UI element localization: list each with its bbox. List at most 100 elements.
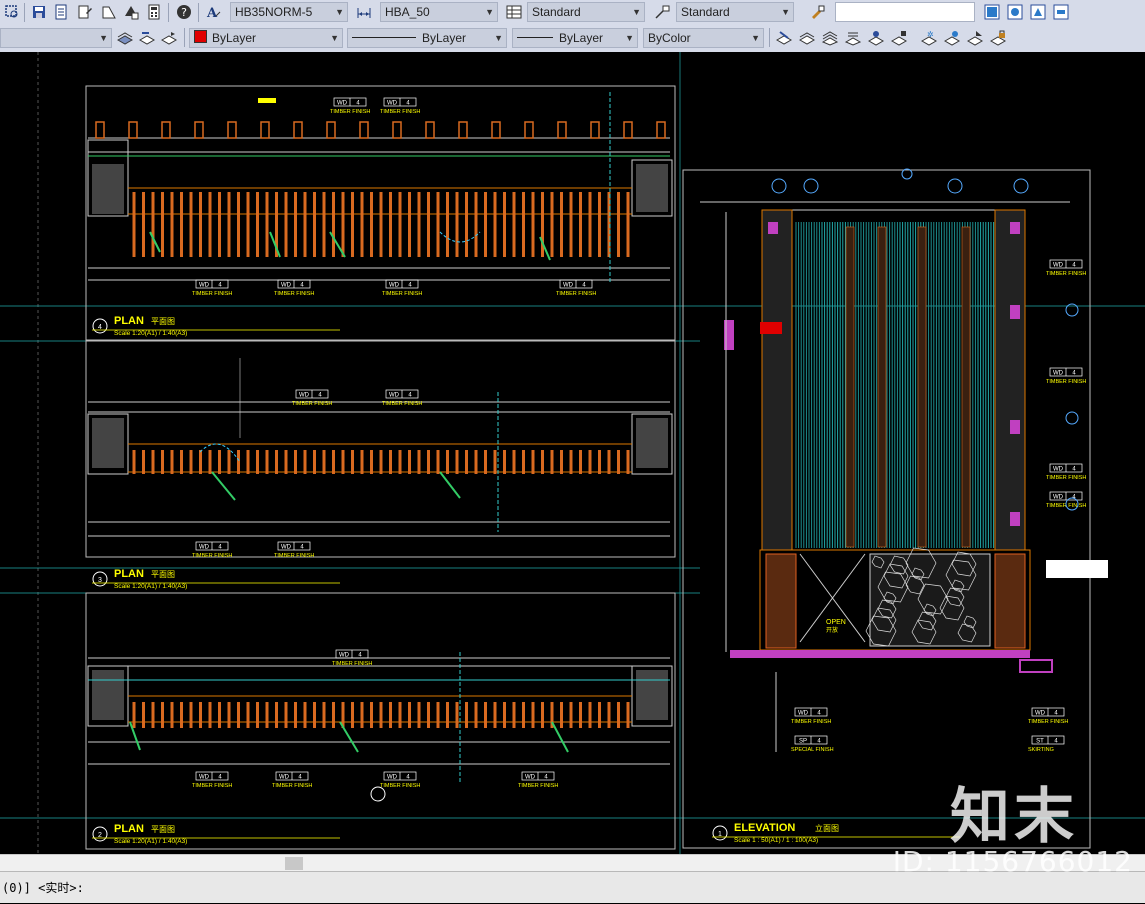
svg-text:TIMBER FINISH: TIMBER FINISH [791, 719, 831, 725]
svg-text:WD: WD [798, 711, 809, 717]
plan-2: PLAN 平面图 Scale 1:20(A1) / 1:40(A3) 3 [87, 358, 673, 590]
svg-text:Scale 1:20(A1) / 1:40(A3): Scale 1:20(A1) / 1:40(A3) [114, 838, 187, 845]
svg-text:4: 4 [817, 711, 821, 717]
watermark-logo: 知末 [950, 782, 1078, 852]
layer-select[interactable]: ▼ [0, 28, 112, 48]
finish-tag: WD 4 TIMBER FINISH [1046, 259, 1086, 277]
finish-tag: WD 4 TIMBER FINISH [292, 389, 332, 407]
layer-lock-icon[interactable] [989, 29, 1007, 47]
match-properties-icon[interactable] [808, 3, 826, 21]
svg-text:TIMBER FINISH: TIMBER FINISH [192, 291, 232, 297]
finish-tag: ST 4SKIRTING [1028, 735, 1065, 753]
svg-text:TIMBER FINISH: TIMBER FINISH [272, 783, 312, 789]
svg-text:4: 4 [298, 775, 302, 781]
layer-tool-icon-5[interactable] [867, 29, 885, 47]
svg-text:OPEN: OPEN [826, 619, 846, 626]
layer-freeze-icon[interactable]: ✲ [920, 29, 938, 47]
finish-tag: WD 4 TIMBER FINISH [1046, 463, 1086, 481]
zoom-icon[interactable] [3, 3, 21, 21]
layer-tool-icon-2[interactable] [798, 29, 816, 47]
make-current-layer-icon[interactable] [138, 29, 156, 47]
svg-text:PLAN: PLAN [114, 823, 144, 835]
layer-tool-icon-4[interactable] [844, 29, 862, 47]
svg-text:4: 4 [318, 393, 322, 399]
layer-tool-icon-1[interactable] [775, 29, 793, 47]
finish-tag: WD 4 TIMBER FINISH [192, 279, 232, 297]
svg-text:WD: WD [1035, 711, 1046, 717]
plan-1: PLAN 平面图 Scale 1:20(A1) / 1:40(A3) 4 [87, 92, 673, 337]
finish-tag: WD 4 TIMBER FINISH [1028, 707, 1068, 725]
table-style-icon[interactable] [505, 3, 523, 21]
svg-text:PLAN: PLAN [114, 315, 144, 327]
svg-text:4: 4 [817, 739, 821, 745]
plan-3: PLAN 平面图 Scale 1:20(A1) / 1:40(A3) 2 [87, 652, 673, 845]
calculator-icon[interactable] [145, 3, 163, 21]
svg-text:TIMBER FINISH: TIMBER FINISH [380, 783, 420, 789]
svg-text:ELEVATION: ELEVATION [734, 822, 795, 834]
svg-text:WD: WD [1053, 263, 1064, 269]
svg-text:SP: SP [799, 739, 807, 745]
svg-text:TIMBER FINISH: TIMBER FINISH [332, 661, 372, 667]
svg-text:SPECIAL FINISH: SPECIAL FINISH [791, 747, 834, 753]
layer-off-icon[interactable] [943, 29, 961, 47]
svg-text:4: 4 [1072, 263, 1076, 269]
svg-text:TIMBER FINISH: TIMBER FINISH [1046, 271, 1086, 277]
finish-tag: WD 4 TIMBER FINISH [192, 771, 232, 789]
svg-text:4: 4 [544, 775, 548, 781]
svg-text:4: 4 [408, 283, 412, 289]
linetype-select[interactable]: ByLayer ▼ [347, 28, 507, 48]
table-style-select[interactable]: Standard ▼ [527, 2, 645, 22]
svg-text:4: 4 [1054, 739, 1058, 745]
svg-text:立面图: 立面图 [815, 823, 839, 833]
svg-text:Scale 1:20(A1) / 1:40(A3): Scale 1:20(A1) / 1:40(A3) [114, 583, 187, 590]
svg-text:TIMBER FINISH: TIMBER FINISH [192, 783, 232, 789]
dimension-style-select[interactable]: HBA_50 ▼ [380, 2, 498, 22]
svg-text:?: ? [181, 6, 187, 19]
layer-states-icon[interactable] [116, 29, 134, 47]
finish-tag: WD 4 TIMBER FINISH [330, 97, 370, 115]
workspace-icon-2[interactable] [1006, 3, 1024, 21]
svg-text:Scale 1:20(A1) / 1:40(A3): Scale 1:20(A1) / 1:40(A3) [114, 330, 187, 337]
search-input[interactable] [835, 2, 975, 22]
svg-text:A: A [206, 6, 218, 20]
svg-text:4: 4 [1072, 371, 1076, 377]
text-style-select[interactable]: HB35NORM-5 ▼ [230, 2, 348, 22]
design-center-icon[interactable] [100, 3, 118, 21]
svg-text:平面图: 平面图 [151, 317, 175, 326]
lineweight-select[interactable]: ByLayer ▼ [512, 28, 638, 48]
color-select[interactable]: ByLayer ▼ [189, 28, 343, 48]
svg-text:WD: WD [389, 283, 400, 289]
scroll-thumb[interactable] [285, 857, 303, 870]
layer-isolate-icon[interactable] [966, 29, 984, 47]
layer-properties-icon[interactable] [52, 3, 70, 21]
layer-tool-icon-6[interactable] [890, 29, 908, 47]
workspace-icon-1[interactable] [983, 3, 1001, 21]
text-style-icon[interactable]: A [205, 3, 223, 21]
svg-text:WD: WD [281, 545, 292, 551]
plot-style-select[interactable]: ByColor ▼ [643, 28, 764, 48]
drawing-canvas[interactable]: PLAN 平面图 Scale 1:20(A1) / 1:40(A3) 4 PLA… [0, 52, 1145, 854]
help-icon[interactable]: ? [175, 3, 193, 21]
properties-icon[interactable] [76, 3, 94, 21]
svg-text:ST: ST [1036, 739, 1044, 745]
layer-tool-icon-3[interactable] [821, 29, 839, 47]
svg-text:Scale 1 : 50(A1) / 1 : 100(A3): Scale 1 : 50(A1) / 1 : 100(A3) [734, 837, 818, 844]
cad-drawing: PLAN 平面图 Scale 1:20(A1) / 1:40(A3) 4 PLA… [0, 52, 1145, 854]
finish-tag: WD 4 TIMBER FINISH [274, 279, 314, 297]
svg-text:TIMBER FINISH: TIMBER FINISH [1028, 719, 1068, 725]
svg-text:4: 4 [218, 545, 222, 551]
workspace-icon-4[interactable] [1052, 3, 1070, 21]
layer-previous-icon[interactable] [160, 29, 178, 47]
svg-text:WD: WD [563, 283, 574, 289]
multileader-style-select[interactable]: Standard ▼ [676, 2, 794, 22]
multileader-style-icon[interactable] [653, 3, 671, 21]
workspace-icon-3[interactable] [1029, 3, 1047, 21]
finish-tag: WD 4 TIMBER FINISH [556, 279, 596, 297]
save-icon[interactable] [30, 3, 48, 21]
dimension-style-icon[interactable] [355, 3, 373, 21]
tool-palettes-icon[interactable] [122, 3, 140, 21]
finish-tag: WD 4 TIMBER FINISH [380, 771, 420, 789]
svg-text:WD: WD [1053, 495, 1064, 501]
svg-text:4: 4 [356, 101, 360, 107]
svg-text:开放: 开放 [826, 626, 838, 634]
